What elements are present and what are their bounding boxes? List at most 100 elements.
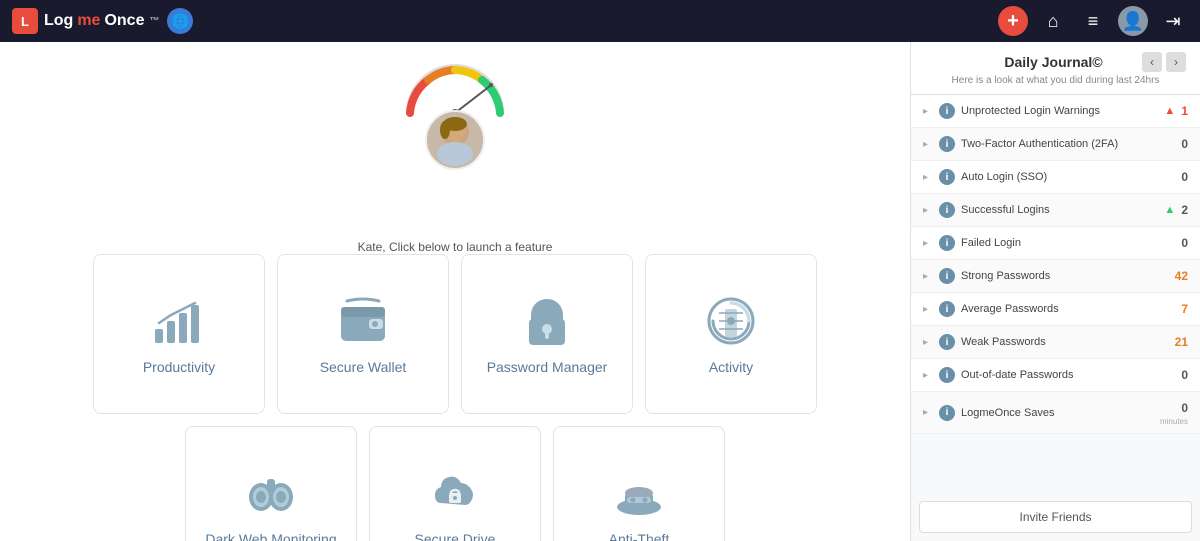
expand-icon[interactable]: ▸ (923, 407, 933, 418)
journal-prev-button[interactable]: ‹ (1142, 52, 1162, 72)
journal-item: ▸ i Failed Login 0 (911, 227, 1200, 260)
tile-dark-web-monitoring[interactable]: Dark Web Monitoring (185, 426, 357, 541)
menu-button[interactable]: ≡ (1078, 6, 1108, 36)
tiles-row-1: Productivity Secure Wallet (93, 254, 817, 414)
info-icon: i (939, 405, 955, 421)
password-manager-icon (519, 293, 575, 349)
tile-password-manager[interactable]: Password Manager (461, 254, 633, 414)
journal-item-value: 42 (1175, 269, 1188, 283)
expand-icon[interactable]: ▸ (923, 172, 933, 183)
journal-item-label: Strong Passwords (961, 270, 1169, 282)
main-content: Kate, Click below to launch a feature Pr… (0, 42, 1200, 541)
secure-wallet-icon (335, 293, 391, 349)
journal-item-value: 0 (1181, 236, 1188, 250)
journal-items: ▸ i Unprotected Login Warnings ▲ 1 ▸ i T… (911, 95, 1200, 493)
anti-theft-icon (611, 465, 667, 521)
journal-next-button[interactable]: › (1166, 52, 1186, 72)
logout-button[interactable]: ⇥ (1158, 6, 1188, 36)
info-icon: i (939, 169, 955, 185)
journal-item-label: Successful Logins (961, 204, 1158, 216)
profile-section: Kate, Click below to launch a feature (358, 58, 553, 254)
expand-icon[interactable]: ▸ (923, 337, 933, 348)
avatar-illustration (427, 112, 483, 168)
globe-icon[interactable]: 🌐 (167, 8, 193, 34)
journal-item-label: Weak Passwords (961, 336, 1169, 348)
journal-nav: ‹ › (1142, 52, 1186, 72)
tile-activity[interactable]: Activity (645, 254, 817, 414)
info-icon: i (939, 202, 955, 218)
journal-title-row: Daily Journal© ‹ › (925, 52, 1186, 72)
journal-item: ▸ i Strong Passwords 42 (911, 260, 1200, 293)
journal-item-label: Failed Login (961, 237, 1175, 249)
tiles-row-2: Dark Web Monitoring Secure Drive (185, 426, 725, 541)
tile-secure-wallet-label: Secure Wallet (320, 359, 407, 375)
journal-item-label: Out-of-date Passwords (961, 369, 1175, 381)
journal-header: Daily Journal© ‹ › Here is a look at wha… (911, 42, 1200, 95)
info-icon: i (939, 103, 955, 119)
info-icon: i (939, 136, 955, 152)
profile-label: Kate, Click below to launch a feature (358, 240, 553, 254)
tile-dark-web-monitoring-label: Dark Web Monitoring (205, 531, 336, 541)
left-panel: Kate, Click below to launch a feature Pr… (0, 42, 910, 541)
tile-activity-label: Activity (709, 359, 753, 375)
expand-icon[interactable]: ▸ (923, 370, 933, 381)
avatar-nav[interactable]: 👤 (1118, 6, 1148, 36)
journal-item: ▸ i Out-of-date Passwords 0 (911, 359, 1200, 392)
journal-item-label: Unprotected Login Warnings (961, 105, 1158, 117)
journal-item-value: 0 (1181, 137, 1188, 151)
topnav-right: + ⌂ ≡ 👤 ⇥ (998, 6, 1188, 36)
journal-item: ▸ i Successful Logins ▲ 2 (911, 194, 1200, 227)
tile-password-manager-label: Password Manager (487, 359, 608, 375)
expand-icon[interactable]: ▸ (923, 238, 933, 249)
info-icon: i (939, 268, 955, 284)
info-icon: i (939, 235, 955, 251)
journal-item-value: 1 (1181, 104, 1188, 118)
journal-title: Daily Journal© (965, 54, 1142, 70)
expand-icon[interactable]: ▸ (923, 304, 933, 315)
svg-text:L: L (21, 14, 29, 29)
tile-productivity-label: Productivity (143, 359, 215, 375)
tile-secure-drive-label: Secure Drive (415, 531, 496, 541)
journal-item-label: Auto Login (SSO) (961, 171, 1175, 183)
journal-item: ▸ i LogmeOnce Saves 0 minutes (911, 392, 1200, 434)
topnav: L LogmeOnce™ 🌐 + ⌂ ≡ 👤 ⇥ (0, 0, 1200, 42)
info-icon: i (939, 301, 955, 317)
dark-web-monitoring-icon (243, 465, 299, 521)
journal-item-value: 7 (1181, 302, 1188, 316)
journal-item-label: Average Passwords (961, 303, 1175, 315)
arrow-icon: ▲ (1164, 204, 1175, 216)
add-button[interactable]: + (998, 6, 1028, 36)
expand-icon[interactable]: ▸ (923, 106, 933, 117)
journal-item-value: 0 (1181, 170, 1188, 184)
tile-anti-theft-label: Anti-Theft (609, 531, 670, 541)
journal-item-value: 21 (1175, 335, 1188, 349)
journal-item-label: Two-Factor Authentication (2FA) (961, 138, 1175, 150)
activity-icon (703, 293, 759, 349)
journal-item: ▸ i Two-Factor Authentication (2FA) 0 (911, 128, 1200, 161)
right-panel: Daily Journal© ‹ › Here is a look at wha… (910, 42, 1200, 541)
logo: L LogmeOnce™ (12, 8, 159, 34)
expand-icon[interactable]: ▸ (923, 205, 933, 216)
journal-item-value: 2 (1181, 203, 1188, 217)
topnav-left: L LogmeOnce™ 🌐 (12, 8, 193, 34)
tile-secure-wallet[interactable]: Secure Wallet (277, 254, 449, 414)
journal-item-label: LogmeOnce Saves (961, 407, 1154, 419)
expand-icon[interactable]: ▸ (923, 271, 933, 282)
tile-secure-drive[interactable]: Secure Drive (369, 426, 541, 541)
home-button[interactable]: ⌂ (1038, 6, 1068, 36)
profile-avatar (425, 110, 485, 170)
journal-subtitle: Here is a look at what you did during la… (952, 75, 1160, 86)
arrow-icon: ▲ (1164, 105, 1175, 117)
journal-item: ▸ i Average Passwords 7 (911, 293, 1200, 326)
tile-anti-theft[interactable]: Anti-Theft (553, 426, 725, 541)
invite-friends-button[interactable]: Invite Friends (919, 501, 1192, 533)
journal-item: ▸ i Unprotected Login Warnings ▲ 1 (911, 95, 1200, 128)
journal-item-value: 0 (1181, 401, 1188, 415)
expand-icon[interactable]: ▸ (923, 139, 933, 150)
info-icon: i (939, 367, 955, 383)
tile-productivity[interactable]: Productivity (93, 254, 265, 414)
journal-item: ▸ i Auto Login (SSO) 0 (911, 161, 1200, 194)
productivity-icon (151, 293, 207, 349)
journal-item-value: 0 (1181, 368, 1188, 382)
journal-item: ▸ i Weak Passwords 21 (911, 326, 1200, 359)
